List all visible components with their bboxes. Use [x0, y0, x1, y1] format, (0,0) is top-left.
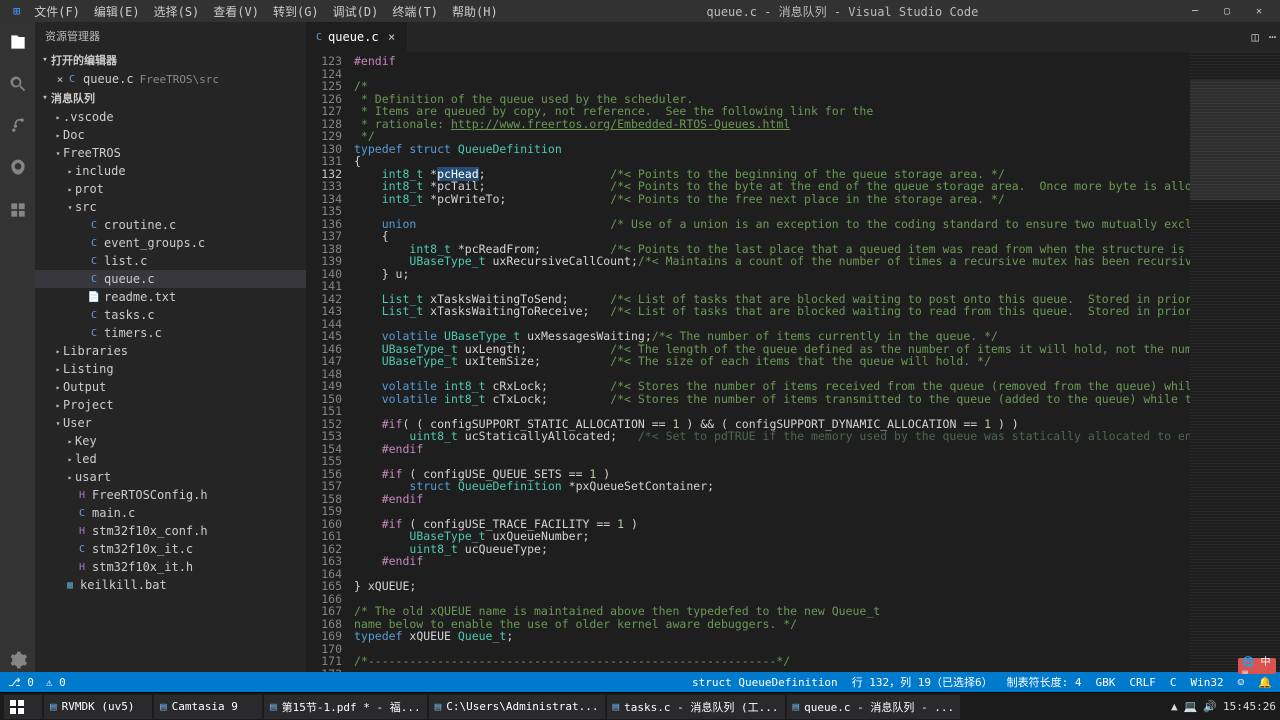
menu-item[interactable]: 帮助(H): [445, 5, 505, 19]
menu-item[interactable]: 编辑(E): [87, 5, 147, 19]
workspace-root-header[interactable]: ▾ 消息队列: [35, 88, 306, 108]
file-item[interactable]: Cqueue.c: [35, 270, 306, 288]
taskbar-item[interactable]: ▤RVMDK (uv5): [44, 695, 152, 719]
debug-icon[interactable]: [6, 156, 30, 180]
folder-item[interactable]: ▸Project: [35, 396, 306, 414]
file-icon: C: [316, 32, 322, 43]
title-bar: ⊞ 文件(F)编辑(E)选择(S)查看(V)转到(G)调试(D)终端(T)帮助(…: [0, 0, 1280, 22]
search-icon[interactable]: [6, 72, 30, 96]
file-item[interactable]: Cstm32f10x_it.c: [35, 540, 306, 558]
file-item[interactable]: Ctimers.c: [35, 324, 306, 342]
folder-item[interactable]: ▾src: [35, 198, 306, 216]
menu-item[interactable]: 文件(F): [27, 5, 87, 19]
windows-taskbar: ▤RVMDK (uv5)▤Camtasia 9▤第15节-1.pdf * - 福…: [0, 692, 1280, 720]
maximize-button[interactable]: ▢: [1212, 2, 1242, 20]
status-host[interactable]: Win32: [1191, 676, 1224, 689]
status-tabsize[interactable]: 制表符长度: 4: [1007, 674, 1082, 690]
file-icon: C: [87, 238, 101, 249]
file-item[interactable]: ▦keilkill.bat: [35, 576, 306, 594]
folder-item[interactable]: ▾User: [35, 414, 306, 432]
file-item[interactable]: Ccroutine.c: [35, 216, 306, 234]
code-editor[interactable]: #endif/* * Definition of the queue used …: [354, 52, 1190, 672]
window-title: queue.c - 消息队列 - Visual Studio Code: [505, 3, 1180, 20]
file-icon: C: [87, 274, 101, 285]
folder-item[interactable]: ▸led: [35, 450, 306, 468]
close-icon[interactable]: ×: [53, 73, 67, 86]
taskbar-item[interactable]: ▤C:\Users\Administrat...: [429, 695, 605, 719]
folder-item[interactable]: ▸.vscode: [35, 108, 306, 126]
file-item[interactable]: 📄readme.txt: [35, 288, 306, 306]
system-tray[interactable]: ▲💻🔊 15:45:26: [1171, 700, 1276, 713]
status-language[interactable]: C: [1170, 676, 1177, 689]
line-numbers-gutter: 1231241251261271281291301311321331341351…: [306, 52, 354, 672]
file-item[interactable]: Hstm32f10x_conf.h: [35, 522, 306, 540]
menu-item[interactable]: 终端(T): [385, 5, 445, 19]
settings-gear-icon[interactable]: [6, 648, 30, 672]
status-warnings[interactable]: ⚠ 0: [46, 676, 66, 689]
file-item[interactable]: Cevent_groups.c: [35, 234, 306, 252]
file-icon: 📄: [87, 292, 101, 303]
explorer-title: 资源管理器: [35, 22, 306, 50]
editor-tabs: C queue.c × ◫ ⋯: [306, 22, 1280, 52]
file-icon: C: [75, 508, 89, 519]
explorer-icon[interactable]: [6, 30, 30, 54]
open-editor-item[interactable]: × C queue.c FreeTROS\src: [35, 70, 306, 88]
file-icon: H: [75, 490, 89, 501]
status-context: struct QueueDefinition: [692, 676, 838, 689]
folder-item[interactable]: ▸usart: [35, 468, 306, 486]
status-cursor[interactable]: 行 132，列 19（已选择6）: [852, 674, 993, 690]
file-item[interactable]: HFreeRTOSConfig.h: [35, 486, 306, 504]
taskbar-item[interactable]: ▤第15节-1.pdf * - 福...: [264, 695, 427, 719]
close-button[interactable]: ✕: [1244, 2, 1274, 20]
file-item[interactable]: Clist.c: [35, 252, 306, 270]
file-icon: H: [75, 562, 89, 573]
file-icon: H: [75, 526, 89, 537]
folder-item[interactable]: ▾FreeTROS: [35, 144, 306, 162]
file-item[interactable]: Ctasks.c: [35, 306, 306, 324]
open-editors-header[interactable]: ▾ 打开的编辑器: [35, 50, 306, 70]
taskbar-item[interactable]: ▤tasks.c - 消息队列 (工...: [607, 695, 785, 719]
folder-item[interactable]: ▸include: [35, 162, 306, 180]
file-icon: C: [87, 220, 101, 231]
status-encoding[interactable]: GBK: [1096, 676, 1116, 689]
folder-item[interactable]: ▸Listing: [35, 360, 306, 378]
taskbar-clock: 15:45:26: [1223, 700, 1276, 713]
file-item[interactable]: Cmain.c: [35, 504, 306, 522]
minimize-button[interactable]: ─: [1180, 2, 1210, 20]
activity-bar: [0, 22, 35, 672]
explorer-panel: 资源管理器 ▾ 打开的编辑器 × C queue.c FreeTROS\src …: [35, 22, 306, 672]
taskbar-item[interactable]: ▤queue.c - 消息队列 - ...: [787, 695, 961, 719]
menu-item[interactable]: 调试(D): [326, 5, 386, 19]
source-control-icon[interactable]: [6, 114, 30, 138]
folder-item[interactable]: ▸Libraries: [35, 342, 306, 360]
folder-item[interactable]: ▸prot: [35, 180, 306, 198]
menu-item[interactable]: 选择(S): [147, 5, 207, 19]
split-editor-icon[interactable]: ◫: [1252, 30, 1259, 44]
menu-item[interactable]: 转到(G): [266, 5, 326, 19]
file-icon: C: [87, 256, 101, 267]
file-icon: C: [75, 544, 89, 555]
app-icon[interactable]: ⊞: [6, 4, 27, 18]
folder-item[interactable]: ▸Doc: [35, 126, 306, 144]
file-icon: C: [87, 328, 101, 339]
tab-queue-c[interactable]: C queue.c ×: [306, 22, 408, 52]
taskbar-item[interactable]: ▤Camtasia 9: [154, 695, 262, 719]
folder-item[interactable]: ▸Key: [35, 432, 306, 450]
file-icon: C: [69, 74, 83, 85]
status-bar: ⎇ 0 ⚠ 0 struct QueueDefinition 行 132，列 1…: [0, 672, 1280, 692]
status-errors[interactable]: ⎇ 0: [8, 676, 34, 689]
close-icon[interactable]: ×: [385, 30, 399, 44]
extensions-icon[interactable]: [6, 198, 30, 222]
editor-area: C queue.c × ◫ ⋯ 123124125126127128129130…: [306, 22, 1280, 672]
start-button[interactable]: [4, 695, 42, 719]
folder-item[interactable]: ▸Output: [35, 378, 306, 396]
file-icon: C: [87, 310, 101, 321]
minimap[interactable]: [1190, 52, 1280, 672]
file-icon: ▦: [63, 580, 77, 591]
status-eol[interactable]: CRLF: [1129, 676, 1156, 689]
more-actions-icon[interactable]: ⋯: [1269, 30, 1276, 44]
file-item[interactable]: Hstm32f10x_it.h: [35, 558, 306, 576]
menu-item[interactable]: 查看(V): [206, 5, 266, 19]
ime-indicator[interactable]: 🌐 中 ⌨: [1238, 658, 1276, 674]
